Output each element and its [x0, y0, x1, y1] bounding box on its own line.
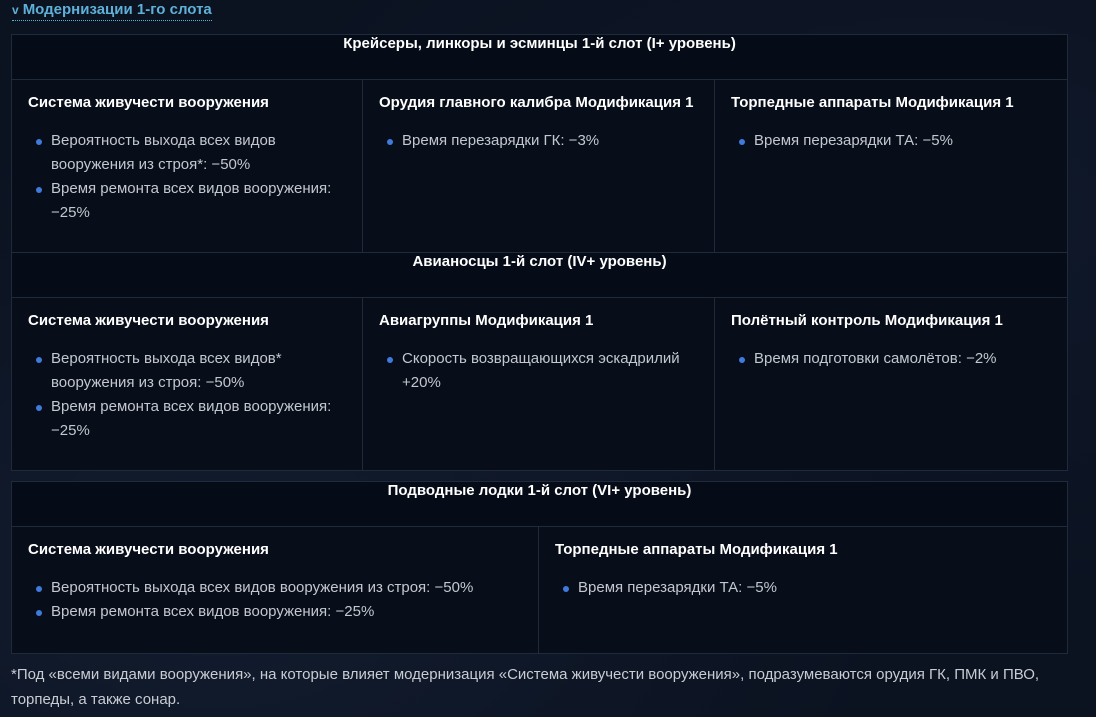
chevron-down-icon: v [12, 2, 19, 17]
table-cell: Торпедные аппараты Модификация 1 Время п… [538, 526, 1068, 654]
list-item: Время перезарядки ТА: −5% [563, 576, 1051, 600]
bullet-list: Вероятность выхода всех видов вооружения… [28, 129, 346, 225]
slot-table-cruisers: Крейсеры, линкоры и эсминцы 1-й слот (I+… [10, 34, 1069, 471]
list-item: Время ремонта всех видов вооружения: −25… [36, 177, 346, 225]
bullet-list: Время перезарядки ТА: −5% [731, 129, 1051, 153]
table-header: Авианосцы 1-й слот (IV+ уровень) [10, 252, 1069, 298]
footnote: *Под «всеми видами вооружения», на котор… [11, 666, 1040, 708]
list-item: Время ремонта всех видов вооружения: −25… [36, 600, 522, 624]
list-item: Скорость возвращающихся эскадрилий +20% [387, 347, 698, 395]
slot-table-submarines: Подводные лодки 1-й слот (VI+ уровень) С… [11, 481, 1068, 654]
cell-title: Торпедные аппараты Модификация 1 [555, 541, 838, 558]
bullet-list: Скорость возвращающихся эскадрилий +20% [379, 347, 698, 395]
section-toggle[interactable]: v Модернизации 1-го слота [12, 1, 212, 21]
list-item: Вероятность выхода всех видов* вооружени… [36, 347, 346, 395]
table-cell: Система живучести вооружения Вероятность… [11, 526, 539, 654]
cell-title: Авиагруппы Модификация 1 [379, 312, 594, 329]
cell-title: Орудия главного калибра Модификация 1 [379, 94, 694, 111]
table-cell: Орудия главного калибра Модификация 1 Вр… [362, 79, 715, 253]
table-cell: Система живучести вооружения Вероятность… [11, 79, 363, 253]
table-cell: Авиагруппы Модификация 1 Скорость возвра… [362, 297, 715, 471]
table-cell: Полётный контроль Модификация 1 Время по… [713, 297, 1069, 471]
bullet-list: Время перезарядки ТА: −5% [555, 576, 1051, 600]
list-item: Вероятность выхода всех видов вооружения… [36, 576, 522, 600]
list-item: Время перезарядки ГК: −3% [387, 129, 698, 153]
cell-title: Система живучести вооружения [28, 94, 269, 111]
table-header: Крейсеры, линкоры и эсминцы 1-й слот (I+… [10, 34, 1069, 80]
bullet-list: Вероятность выхода всех видов* вооружени… [28, 347, 346, 443]
list-item: Время перезарядки ТА: −5% [739, 129, 1051, 153]
table-cell: Торпедные аппараты Модификация 1 Время п… [713, 79, 1069, 253]
bullet-list: Время перезарядки ГК: −3% [379, 129, 698, 153]
cell-title: Система живучести вооружения [28, 312, 269, 329]
list-item: Время ремонта всех видов вооружения: −25… [36, 395, 346, 443]
table-cell: Система живучести вооружения Вероятность… [11, 297, 363, 471]
bullet-list: Время подготовки самолётов: −2% [731, 347, 1051, 371]
section-title: Модернизации 1-го слота [22, 1, 212, 18]
cell-title: Торпедные аппараты Модификация 1 [731, 94, 1014, 111]
bullet-list: Вероятность выхода всех видов вооружения… [28, 576, 522, 624]
list-item: Вероятность выхода всех видов вооружения… [36, 129, 346, 177]
cell-title: Полётный контроль Модификация 1 [731, 312, 1003, 329]
cell-title: Система живучести вооружения [28, 541, 269, 558]
list-item: Время подготовки самолётов: −2% [739, 347, 1051, 371]
table-header: Подводные лодки 1-й слот (VI+ уровень) [11, 481, 1068, 527]
